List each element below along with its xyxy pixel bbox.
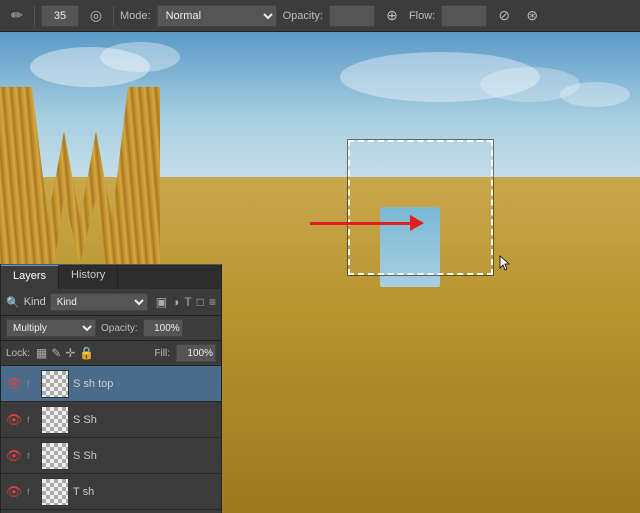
tab-layers[interactable]: Layers <box>1 265 59 289</box>
brush-size-input[interactable]: 35 <box>46 10 74 22</box>
layers-panel: Layers History 🔍 Kind Kind ▣ ◑ T □ ≡ Mul… <box>0 264 222 513</box>
panel-tabs: Layers History <box>1 265 221 289</box>
layer-thumb-3 <box>41 478 69 506</box>
mode-dropdown[interactable]: Normal Multiply Screen <box>157 5 277 27</box>
layer-visibility-1[interactable]: 👁 <box>5 411 23 429</box>
layer-name-0: S sh top <box>73 378 217 390</box>
filter-icons: ▣ ◑ T □ ≡ <box>156 295 216 309</box>
layer-name-2: S Sh <box>73 450 217 462</box>
layer-name-1: S Sh <box>73 414 217 426</box>
layer-thumb-1 <box>41 406 69 434</box>
toolbar: ✏ 35 ◎ Mode: Normal Multiply Screen Opac… <box>0 0 640 32</box>
flow-label: Flow: <box>409 10 435 22</box>
lock-checkerboard-icon[interactable]: ▦ <box>36 346 47 360</box>
pen-pressure-icon[interactable]: ⊘ <box>493 5 515 27</box>
lock-all-icon[interactable]: 🔒 <box>79 346 94 360</box>
opacity-label: Opacity: <box>283 10 323 22</box>
layer-row-2[interactable]: 👁 f S Sh <box>1 438 221 474</box>
opacity-field[interactable]: 100% <box>143 319 183 337</box>
layer-name-3: T sh <box>73 486 217 498</box>
toolbar-separator-2 <box>113 6 114 26</box>
shape-filter-icon[interactable]: □ <box>197 295 204 309</box>
kind-dropdown[interactable]: Kind <box>50 293 148 311</box>
lock-brush-icon[interactable]: ✎ <box>51 346 61 360</box>
pixel-filter-icon[interactable]: ▣ <box>156 295 167 309</box>
tab-history[interactable]: History <box>59 265 118 289</box>
layer-row-3[interactable]: 👁 f T sh <box>1 474 221 510</box>
layer-fx-1: f <box>27 415 37 425</box>
layer-visibility-2[interactable]: 👁 <box>5 447 23 465</box>
canvas-area[interactable]: Layers History 🔍 Kind Kind ▣ ◑ T □ ≡ Mul… <box>0 32 640 513</box>
layer-visibility-0[interactable]: 👁 <box>5 375 23 393</box>
search-icon: 🔍 <box>6 296 20 309</box>
layer-fx-0: f <box>27 379 37 389</box>
flow-input[interactable]: 100% <box>446 10 482 22</box>
toolbar-separator-1 <box>34 6 35 26</box>
smoothing-icon[interactable]: ⊛ <box>521 5 543 27</box>
smart-filter-icon[interactable]: ≡ <box>209 295 216 309</box>
mode-label: Mode: <box>120 10 151 22</box>
opacity-input-box[interactable]: 100% <box>329 5 375 27</box>
layer-fx-2: f <box>27 451 37 461</box>
layer-thumb-2 <box>41 442 69 470</box>
opacity-label: Opacity: <box>101 323 138 334</box>
layer-row-0[interactable]: 👁 f S sh top <box>1 366 221 402</box>
lock-icons-group: ▦ ✎ ✛ 🔒 <box>36 346 94 360</box>
adjustment-filter-icon[interactable]: ◑ <box>172 295 179 309</box>
brush-tool-icon[interactable]: ✏ <box>6 5 28 27</box>
blend-opacity-row: Multiply Normal Screen Overlay Opacity: … <box>1 316 221 341</box>
arrow-head <box>410 215 424 231</box>
type-filter-icon[interactable]: T <box>184 295 191 309</box>
flow-input-box[interactable]: 100% <box>441 5 487 27</box>
lock-move-icon[interactable]: ✛ <box>65 346 75 360</box>
layer-visibility-3[interactable]: 👁 <box>5 483 23 501</box>
layer-row-1[interactable]: 👁 f S Sh <box>1 402 221 438</box>
brush-preview-icon: ◎ <box>85 5 107 27</box>
lock-fill-row: Lock: ▦ ✎ ✛ 🔒 Fill: 100% <box>1 341 221 366</box>
opacity-input[interactable]: 100% <box>334 10 370 22</box>
panel-search-bar: 🔍 Kind Kind ▣ ◑ T □ ≡ <box>1 289 221 316</box>
kind-label: Kind <box>24 296 46 308</box>
layer-thumb-0 <box>41 370 69 398</box>
blend-mode-dropdown[interactable]: Multiply Normal Screen Overlay <box>6 319 96 337</box>
lock-label: Lock: <box>6 348 30 359</box>
red-arrow <box>310 215 424 231</box>
cloud-2 <box>100 42 180 72</box>
arrow-line <box>310 222 410 225</box>
fill-label: Fill: <box>154 348 170 359</box>
airbrush-icon[interactable]: ⊕ <box>381 5 403 27</box>
brush-size-box[interactable]: 35 <box>41 5 79 27</box>
fill-field[interactable]: 100% <box>176 344 216 362</box>
layer-fx-3: f <box>27 487 37 497</box>
